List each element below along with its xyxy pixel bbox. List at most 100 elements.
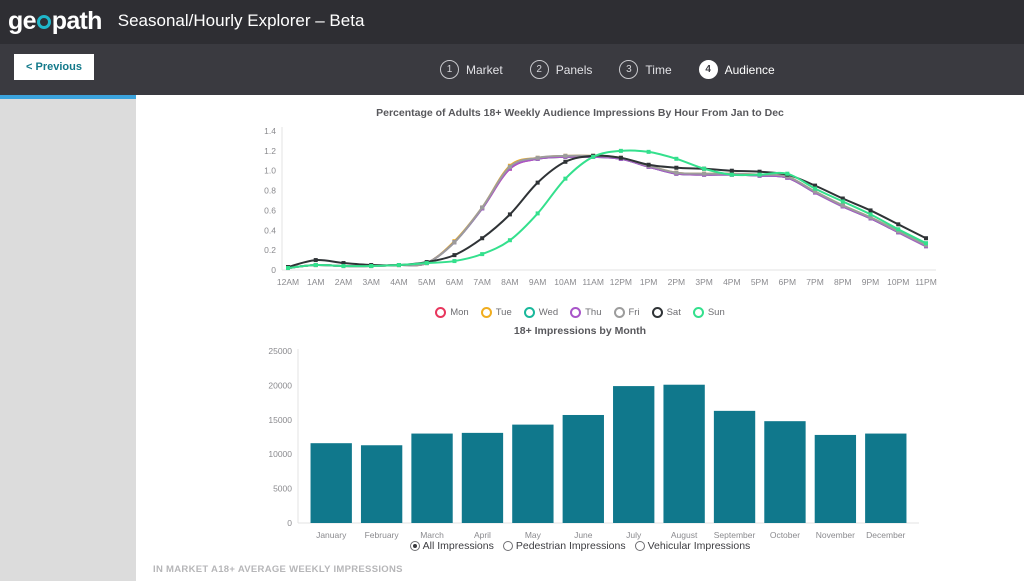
svg-text:May: May (525, 530, 542, 540)
step-number: 2 (529, 60, 549, 79)
svg-text:10000: 10000 (268, 449, 292, 459)
line-chart-plot: 0 0.2 0.4 0.6 0.8 1.0 1.2 1.4 12AM 1AM 2AM 3AM 4AM 5A… (136, 125, 1024, 295)
radio-icon (409, 541, 420, 551)
step-number: 1 (440, 60, 459, 79)
svg-text:8PM: 8PM (834, 277, 851, 287)
legend-item-wed[interactable]: Wed (523, 307, 559, 318)
svg-text:7PM: 7PM (806, 277, 823, 287)
svg-text:1.4: 1.4 (264, 126, 276, 136)
svg-text:1PM: 1PM (640, 277, 657, 287)
svg-text:11PM: 11PM (915, 277, 937, 287)
svg-text:0: 0 (271, 265, 276, 275)
brand[interactable]: ge path Seasonal/Hourly Explorer – Beta (8, 4, 364, 38)
svg-text:5PM: 5PM (751, 277, 768, 287)
geopath-logo: ge path (8, 6, 103, 35)
svg-text:10PM: 10PM (887, 277, 909, 287)
step-bar: < Previous 1 Market 2 Panels 3 Time 4 Au… (0, 44, 1024, 96)
svg-text:1.0: 1.0 (264, 166, 276, 176)
step-number: 4 (698, 60, 718, 79)
legend-item-sat[interactable]: Sat (651, 307, 681, 318)
svg-text:September: September (714, 530, 756, 540)
svg-text:0.6: 0.6 (264, 205, 276, 215)
circle-o-icon (36, 15, 51, 29)
radio-icon (502, 541, 513, 551)
legend-item-fri[interactable]: Fri (613, 307, 640, 318)
svg-text:August: August (671, 530, 698, 540)
radio-all-impressions[interactable]: All Impressions (409, 540, 494, 552)
svg-text:February: February (365, 530, 400, 540)
step-panels[interactable]: 2 Panels (529, 60, 593, 79)
svg-text:January: January (316, 530, 347, 540)
svg-text:April: April (474, 530, 491, 540)
legend-color-dot (651, 307, 663, 318)
line-chart-svg: 0 0.2 0.4 0.6 0.8 1.0 1.2 1.4 12AM 1AM 2AM 3AM 4AM 5A… (264, 126, 937, 287)
step-number: 3 (619, 60, 639, 79)
top-bar: ge path Seasonal/Hourly Explorer – Beta (0, 0, 1024, 45)
svg-text:5AM: 5AM (418, 277, 435, 287)
hourly-line-chart: Percentage of Adults 18+ Weekly Audience… (136, 107, 1024, 318)
legend-label: Mon (450, 307, 469, 318)
legend-item-thu[interactable]: Thu (570, 307, 602, 318)
bar-chart-title: 18+ Impressions by Month (513, 325, 647, 337)
footer-note: IN MARKET A18+ AVERAGE WEEKLY IMPRESSION… (153, 564, 403, 575)
svg-text:0.4: 0.4 (264, 225, 276, 235)
svg-text:July: July (626, 530, 642, 540)
legend-label: Wed (538, 307, 559, 318)
svg-text:3PM: 3PM (695, 277, 712, 287)
radio-vehicular-impressions[interactable]: Vehicular Impressions (634, 540, 751, 552)
legend-item-mon[interactable]: Mon (435, 307, 469, 318)
logo-text-right: path (51, 6, 103, 35)
svg-text:March: March (420, 530, 444, 540)
svg-text:June: June (574, 530, 593, 540)
legend-color-dot (570, 307, 582, 318)
monthly-bar-chart: 18+ Impressions by Month 0 5000 10000 15000… (136, 325, 1024, 543)
svg-text:12PM: 12PM (610, 277, 632, 287)
legend-label: Sat (666, 307, 681, 318)
svg-text:25000: 25000 (268, 346, 292, 356)
svg-text:10AM: 10AM (554, 277, 576, 287)
svg-text:4PM: 4PM (723, 277, 740, 287)
svg-text:5000: 5000 (273, 484, 292, 494)
sidebar-progress-bar (0, 95, 136, 99)
radio-label: Vehicular Impressions (647, 540, 751, 552)
radio-label: All Impressions (422, 540, 494, 552)
legend-label: Fri (628, 307, 640, 318)
legend-color-dot (613, 307, 625, 318)
svg-text:20000: 20000 (268, 380, 292, 390)
legend-color-dot (692, 307, 704, 318)
step-audience[interactable]: 4 Audience (698, 60, 775, 79)
app-root: ge path Seasonal/Hourly Explorer – Beta <… (0, 0, 1024, 581)
bar-chart-plot: 0 5000 10000 15000 20000 25000 January February… (136, 343, 1024, 543)
legend-item-sun[interactable]: Sun (692, 307, 725, 318)
step-time[interactable]: 3 Time (619, 60, 672, 79)
svg-text:0.8: 0.8 (264, 186, 276, 196)
radio-pedestrian-impressions[interactable]: Pedestrian Impressions (502, 540, 626, 552)
previous-button[interactable]: < Previous (14, 54, 94, 80)
svg-text:15000: 15000 (268, 415, 292, 425)
step-label: Audience (724, 62, 775, 77)
svg-text:December: December (866, 530, 905, 540)
svg-text:2PM: 2PM (668, 277, 685, 287)
bar-chart-svg: 0 5000 10000 15000 20000 25000 January February… (268, 346, 919, 540)
page-title: Seasonal/Hourly Explorer – Beta (117, 11, 365, 30)
step-label: Panels (555, 62, 593, 77)
radio-label: Pedestrian Impressions (515, 540, 626, 552)
svg-text:1AM: 1AM (307, 277, 324, 287)
step-label: Market (466, 62, 503, 77)
svg-text:9PM: 9PM (862, 277, 879, 287)
legend-item-tue[interactable]: Tue (480, 307, 512, 318)
line-chart-legend: Mon Tue Wed Thu Fri Sat Sun (136, 307, 1024, 318)
svg-text:November: November (816, 530, 855, 540)
step-market[interactable]: 1 Market (440, 60, 503, 79)
legend-color-dot (480, 307, 492, 318)
svg-text:9AM: 9AM (529, 277, 546, 287)
impression-type-radio-group: All Impressions Pedestrian Impressions V… (136, 540, 1024, 552)
sidebar-panel (0, 95, 136, 581)
svg-text:4AM: 4AM (390, 277, 407, 287)
main-content: Percentage of Adults 18+ Weekly Audience… (136, 95, 1024, 581)
legend-label: Tue (495, 307, 512, 318)
svg-text:0.2: 0.2 (264, 245, 276, 255)
svg-text:6AM: 6AM (446, 277, 463, 287)
svg-text:8AM: 8AM (501, 277, 518, 287)
legend-label: Thu (585, 307, 602, 318)
